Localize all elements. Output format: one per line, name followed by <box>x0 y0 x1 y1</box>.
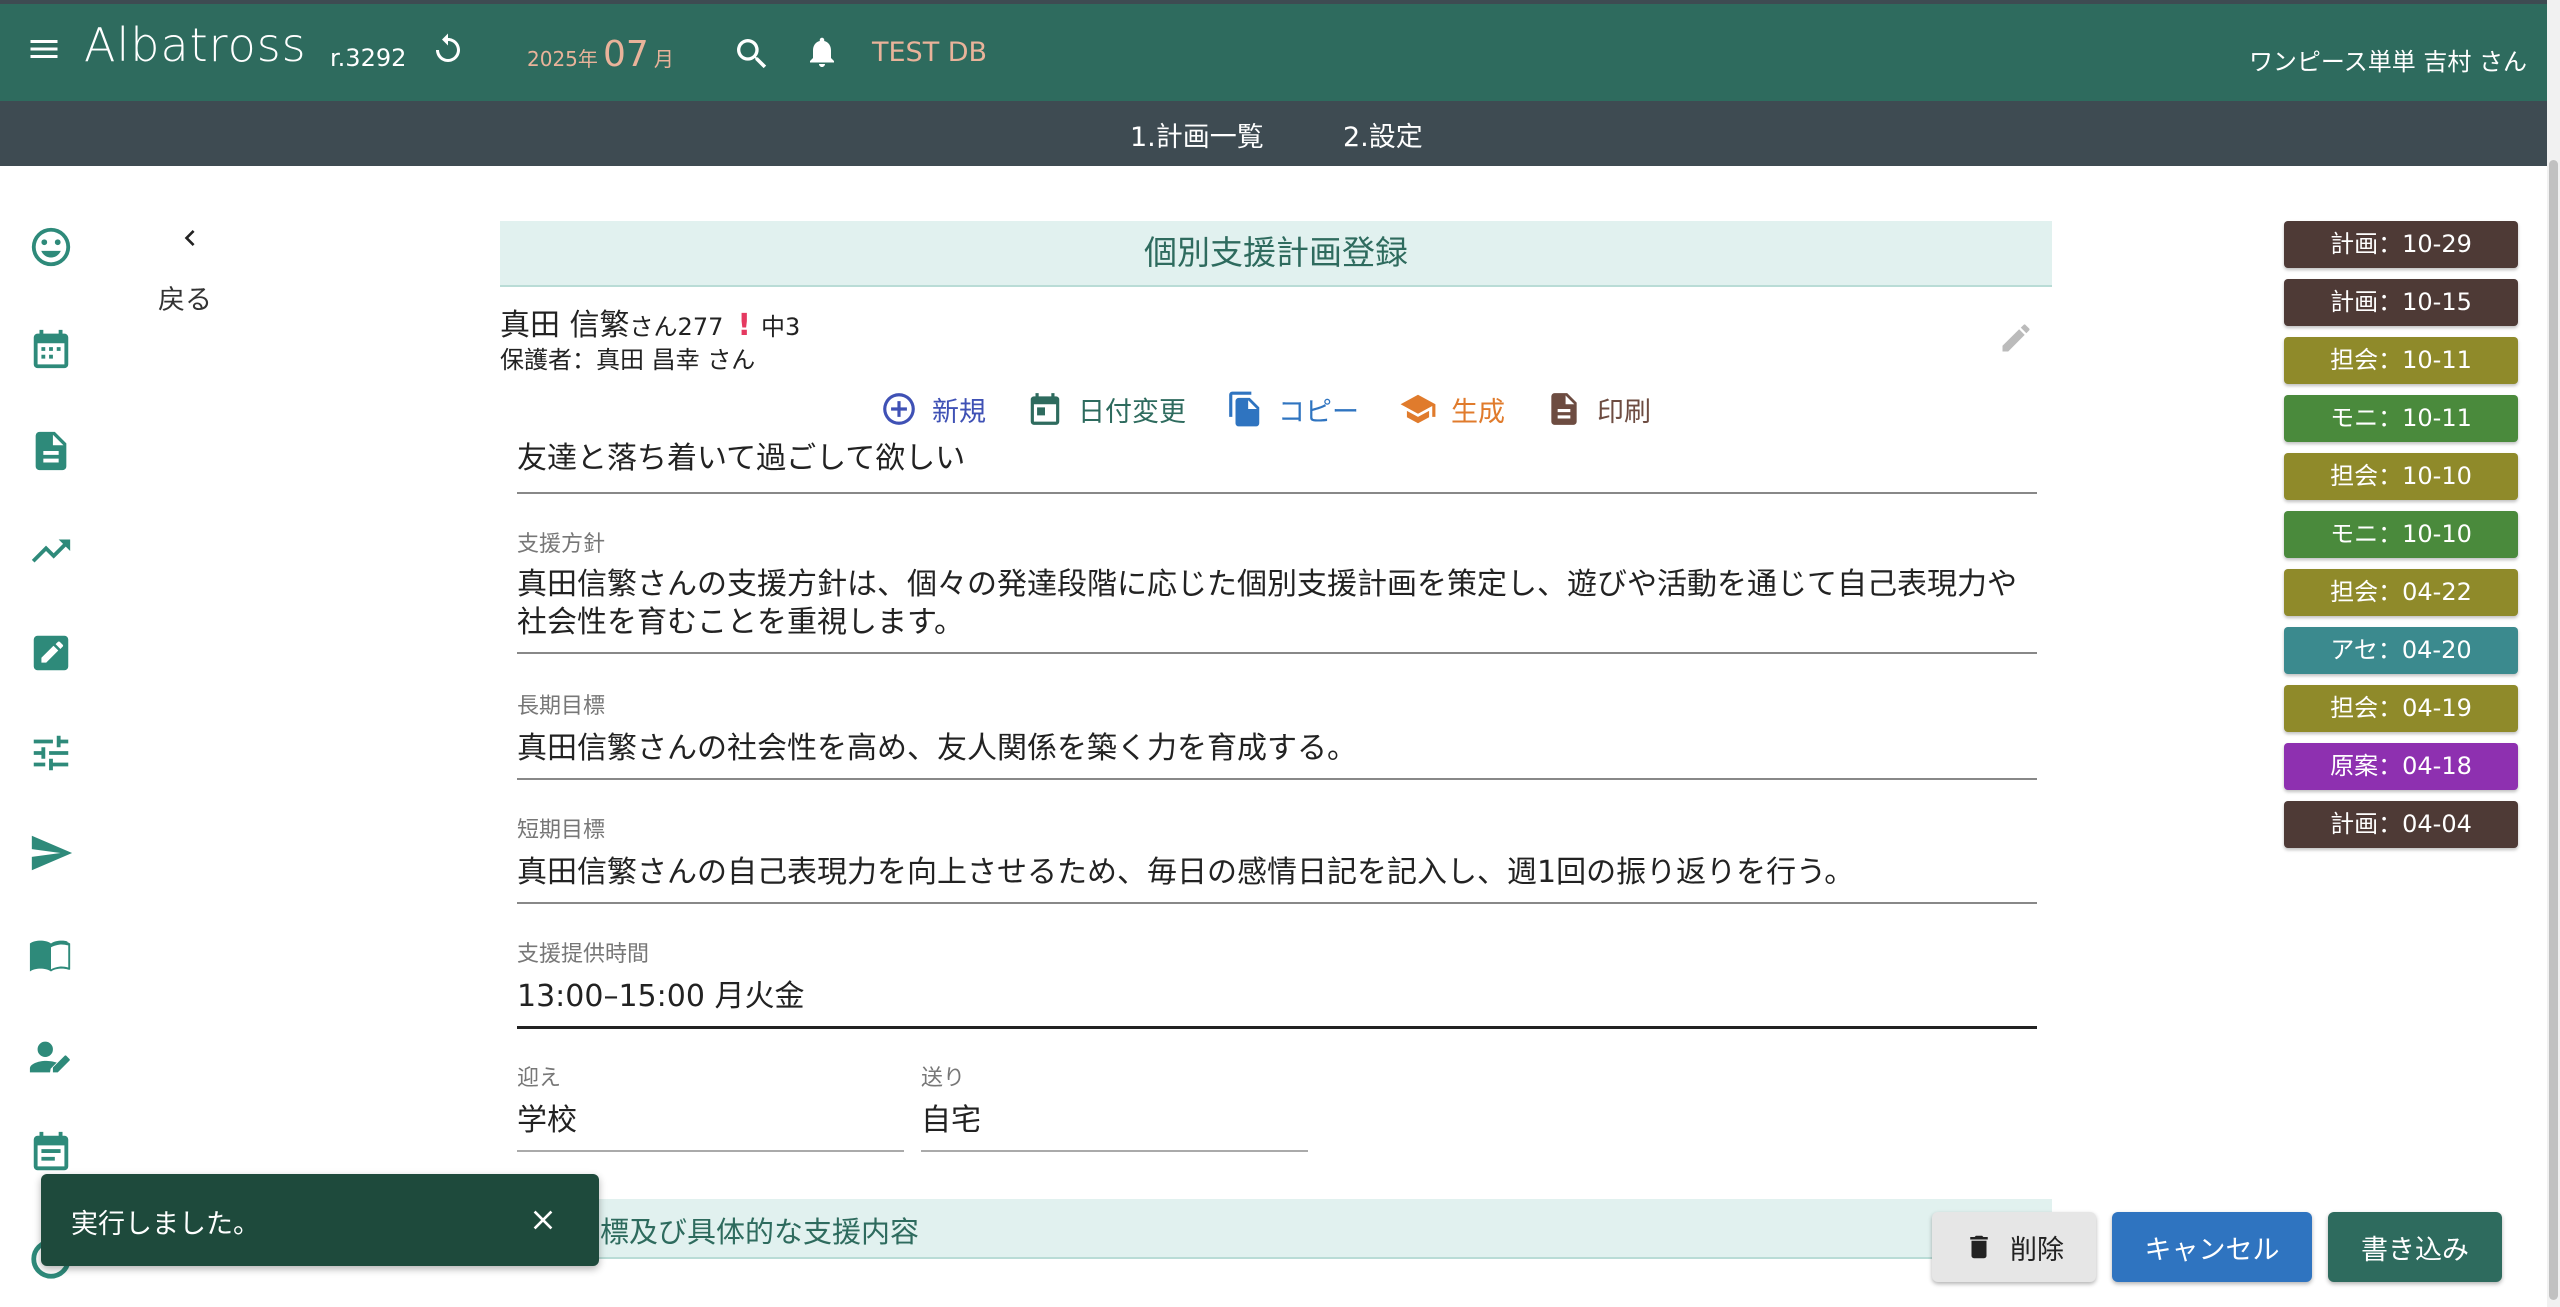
month-label: 07 <box>603 34 649 75</box>
menu-icon[interactable] <box>26 31 62 67</box>
history-chip[interactable]: 担会：10-10 <box>2284 453 2518 500</box>
short-goal-label: 短期目標 <box>517 818 606 843</box>
copy-label: コピー <box>1278 396 1359 428</box>
scrollbar-thumb[interactable] <box>2549 160 2558 1300</box>
history-chip[interactable]: 担会：10-11 <box>2284 337 2518 384</box>
section-title: 標及び具体的な支援内容 <box>600 1215 920 1249</box>
month-unit: 月 <box>653 47 674 71</box>
time-value[interactable]: 13:00–15:00 月火金 <box>517 978 2037 1029</box>
pencil-icon[interactable] <box>1998 320 2034 356</box>
tune-icon[interactable] <box>28 730 74 776</box>
snackbar-message: 実行しました。 <box>71 1209 260 1240</box>
document-icon <box>1551 393 1577 425</box>
copy-button[interactable]: コピー <box>1226 390 1359 429</box>
history-chip[interactable]: モニ：10-11 <box>2284 395 2518 442</box>
history-chip[interactable]: 担会：04-19 <box>2284 685 2518 732</box>
tab-settings[interactable]: 2.設定 <box>1343 115 1423 154</box>
alert-badge: ! <box>737 308 752 343</box>
refresh-icon[interactable] <box>430 32 466 68</box>
user-name[interactable]: ワンピース単単 吉村 さん <box>2249 42 2527 77</box>
db-label: TEST DB <box>872 37 988 68</box>
guardian-info: 保護者：真田 昌幸 さん <box>500 346 756 374</box>
pickup-value[interactable]: 学校 <box>517 1102 904 1152</box>
history-chip[interactable]: モニ：10-10 <box>2284 511 2518 558</box>
short-goal-field[interactable]: 短期目標 真田信繁さんの自己表現力を向上させるため、毎日の感情日記を記入し、週1… <box>517 812 2037 904</box>
delete-label: 削除 <box>2010 1234 2064 1266</box>
calendar-icon <box>1030 393 1060 425</box>
trending-up-icon[interactable] <box>28 528 74 574</box>
dropoff-field[interactable]: 送り 自宅 <box>921 1060 1308 1152</box>
history-chip[interactable]: 計画：10-29 <box>2284 221 2518 268</box>
wish-value[interactable]: 友達と落ち着いて過ごして欲しい <box>517 440 2037 494</box>
policy-field[interactable]: 支援方針 真田信繁さんの支援方針は、個々の発達段階に応じた個別支援計画を策定し、… <box>517 526 2037 654</box>
time-label: 支援提供時間 <box>517 942 650 967</box>
edit-note-icon[interactable] <box>28 630 74 676</box>
short-goal-value[interactable]: 真田信繁さんの自己表現力を向上させるため、毎日の感情日記を記入し、週1回の振り返… <box>517 854 2037 904</box>
add-circle-icon <box>883 393 915 425</box>
smiley-icon[interactable] <box>28 224 74 270</box>
policy-value[interactable]: 真田信繁さんの支援方針は、個々の発達段階に応じた個別支援計画を策定し、遊びや活動… <box>517 566 2037 654</box>
bell-icon[interactable] <box>804 32 840 72</box>
book-icon[interactable] <box>28 932 74 978</box>
save-label: 書き込み <box>2361 1234 2469 1266</box>
new-button[interactable]: 新規 <box>880 390 986 429</box>
chevron-left-icon <box>184 230 195 246</box>
cancel-button[interactable]: キャンセル <box>2112 1212 2312 1282</box>
new-label: 新規 <box>932 396 986 428</box>
year-month-selector[interactable]: 2025年 07 月 <box>527 34 674 75</box>
long-goal-field[interactable]: 長期目標 真田信繁さんの社会性を高め、友人関係を築く力を育成する。 <box>517 688 2037 780</box>
year-label: 2025年 <box>527 47 598 71</box>
time-field[interactable]: 支援提供時間 13:00–15:00 月火金 <box>517 936 2037 1029</box>
history-chip[interactable]: 計画：04-04 <box>2284 801 2518 848</box>
back-label: 戻る <box>158 285 212 316</box>
print-button[interactable]: 印刷 <box>1545 390 1651 429</box>
person-header: 真田 信繁さん277! 中3 <box>500 300 800 344</box>
generate-label: 生成 <box>1451 396 1505 428</box>
school-icon <box>1400 394 1436 424</box>
history-chip[interactable]: 担会：04-22 <box>2284 569 2518 616</box>
page-title: 個別支援計画登録 <box>1144 233 1408 272</box>
person-grade: 中3 <box>761 313 801 341</box>
history-chip[interactable]: 原案：04-18 <box>2284 743 2518 790</box>
person-name: 真田 信繁 <box>500 308 630 343</box>
wish-field[interactable]: 友達と落ち着いて過ごして欲しい <box>517 440 2037 494</box>
long-goal-value[interactable]: 真田信繁さんの社会性を高め、友人関係を築く力を育成する。 <box>517 730 2037 780</box>
action-toolbar: 新規 日付変更 コピー 生成 印刷 <box>880 387 1651 431</box>
page-title-bar: 個別支援計画登録 <box>500 221 2052 287</box>
snackbar: 実行しました。 <box>41 1174 599 1266</box>
dropoff-label: 送り <box>921 1066 966 1091</box>
long-goal-label: 長期目標 <box>517 694 606 719</box>
document-icon[interactable] <box>28 428 74 474</box>
date-change-button[interactable]: 日付変更 <box>1026 390 1186 429</box>
event-note-icon[interactable] <box>28 1130 74 1176</box>
page-scrollbar[interactable] <box>2547 0 2560 1307</box>
policy-label: 支援方針 <box>517 532 606 557</box>
save-button[interactable]: 書き込み <box>2328 1212 2502 1282</box>
delete-button[interactable]: 削除 <box>1932 1212 2096 1282</box>
history-chip[interactable]: アセ：04-20 <box>2284 627 2518 674</box>
cancel-label: キャンセル <box>2144 1234 2280 1266</box>
history-chip[interactable]: 計画：10-15 <box>2284 279 2518 326</box>
person-edit-icon[interactable] <box>28 1034 74 1080</box>
calendar-icon[interactable] <box>28 326 74 372</box>
sub-navigation: 1.計画一覧 2.設定 <box>0 101 2547 166</box>
dropoff-value[interactable]: 自宅 <box>921 1102 1308 1152</box>
pickup-field[interactable]: 迎え 学校 <box>517 1060 904 1152</box>
date-change-label: 日付変更 <box>1078 396 1186 428</box>
send-icon[interactable] <box>28 830 74 876</box>
trash-icon <box>1970 1235 1988 1259</box>
person-suffix: さん277 <box>629 313 724 341</box>
generate-button[interactable]: 生成 <box>1399 390 1505 429</box>
close-icon[interactable] <box>527 1204 559 1236</box>
app-revision: r.3292 <box>330 44 407 72</box>
print-label: 印刷 <box>1597 396 1651 428</box>
section-header-goals: 標及び具体的な支援内容 <box>500 1199 2052 1259</box>
plan-history-list: 計画：10-29 計画：10-15 担会：10-11 モニ：10-11 担会：10-10… <box>2284 221 2518 859</box>
pickup-label: 迎え <box>517 1066 562 1091</box>
app-brand: Albatross <box>84 18 307 72</box>
tab-plan-list[interactable]: 1.計画一覧 <box>1130 115 1264 154</box>
search-icon[interactable] <box>732 34 772 74</box>
copy-icon <box>1229 391 1260 427</box>
top-app-bar: Albatross r.3292 2025年 07 月 TEST DB ワンピー… <box>0 0 2547 101</box>
